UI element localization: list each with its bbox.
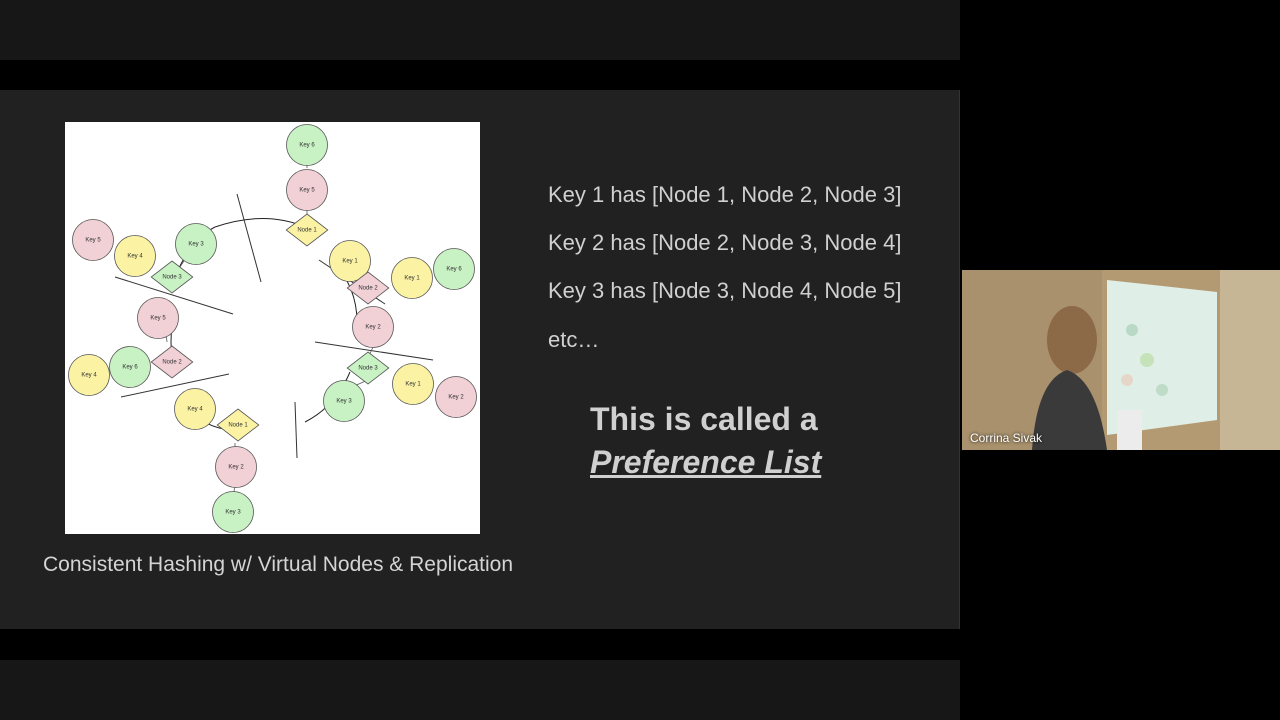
node-label: Node 2 <box>162 360 182 366</box>
consistent-hashing-diagram: Key 6 Key 5 Key 1 Key 6 Key 1 Key 2 Key 1 Key 2… <box>65 122 480 534</box>
preference-line-etc: etc… <box>548 327 600 352</box>
node-label: Node 1 <box>297 228 317 234</box>
key-label: Key 4 <box>81 373 97 379</box>
key-label: Key 1 <box>404 276 420 282</box>
top-letterbox <box>0 0 960 60</box>
participant-video-tile[interactable]: Corrina Sivak <box>962 270 1280 450</box>
key-label: Key 6 <box>446 267 462 273</box>
key-circle: Key 3 <box>175 223 217 265</box>
callout-line-1: This is called a <box>590 401 818 437</box>
node-diamond: Node 3 <box>150 260 194 294</box>
partition-line <box>294 401 298 459</box>
key-circle: Key 4 <box>174 388 216 430</box>
callout-emphasis: Preference List <box>590 444 822 480</box>
participant-name: Corrina Sivak <box>970 431 1043 445</box>
key-circle: Key 1 <box>391 257 433 299</box>
key-circle: Key 3 <box>323 380 365 422</box>
key-label: Key 1 <box>342 259 358 265</box>
key-label: Key 3 <box>336 399 352 405</box>
node-diamond: Node 1 <box>216 408 260 442</box>
key-circle: Key 6 <box>286 124 328 166</box>
node-diamond: Node 1 <box>285 213 329 247</box>
key-label: Key 2 <box>365 325 381 331</box>
key-label: Key 3 <box>188 242 204 248</box>
slide-caption: Consistent Hashing w/ Virtual Nodes & Re… <box>43 553 514 576</box>
partition-line <box>236 193 262 283</box>
key-label: Key 5 <box>299 188 315 194</box>
bottom-letterbox <box>0 660 960 720</box>
key-label: Key 5 <box>150 316 166 322</box>
key-circle: Key 2 <box>435 376 477 418</box>
key-label: Key 4 <box>127 254 143 260</box>
key-circle: Key 2 <box>215 446 257 488</box>
preference-line-1: Key 1 has [Node 1, Node 2, Node 3] <box>548 182 902 207</box>
key-circle: Key 4 <box>68 354 110 396</box>
key-circle: Key 5 <box>72 219 114 261</box>
preference-line-2: Key 2 has [Node 2, Node 3, Node 4] <box>548 230 902 255</box>
callout-text: This is called a Preference List <box>590 398 821 484</box>
key-circle: Key 6 <box>433 248 475 290</box>
key-label: Key 5 <box>85 238 101 244</box>
node-label: Node 1 <box>228 423 248 429</box>
key-circle: Key 3 <box>212 491 254 533</box>
key-label: Key 2 <box>448 395 464 401</box>
key-label: Key 3 <box>225 510 241 516</box>
key-circle: Key 5 <box>137 297 179 339</box>
diagram-canvas: Key 6 Key 5 Key 1 Key 6 Key 1 Key 2 Key 1 Key 2… <box>68 124 477 533</box>
video-frame <box>962 270 1280 450</box>
key-label: Key 4 <box>187 407 203 413</box>
node-label: Node 3 <box>358 366 378 372</box>
key-circle: Key 2 <box>352 306 394 348</box>
key-label: Key 6 <box>122 365 138 371</box>
node-label: Node 2 <box>358 286 378 292</box>
node-diamond: Node 2 <box>150 345 194 379</box>
key-circle: Key 4 <box>114 235 156 277</box>
key-circle: Key 6 <box>109 346 151 388</box>
node-label: Node 3 <box>162 275 182 281</box>
key-label: Key 2 <box>228 465 244 471</box>
key-circle: Key 5 <box>286 169 328 211</box>
key-circle: Key 1 <box>392 363 434 405</box>
preference-line-3: Key 3 has [Node 3, Node 4, Node 5] <box>548 278 902 303</box>
presentation-slide: Key 6 Key 5 Key 1 Key 6 Key 1 Key 2 Key 1 Key 2… <box>0 90 960 629</box>
node-diamond: Node 3 <box>346 351 390 385</box>
key-label: Key 1 <box>405 382 421 388</box>
key-label: Key 6 <box>299 143 315 149</box>
